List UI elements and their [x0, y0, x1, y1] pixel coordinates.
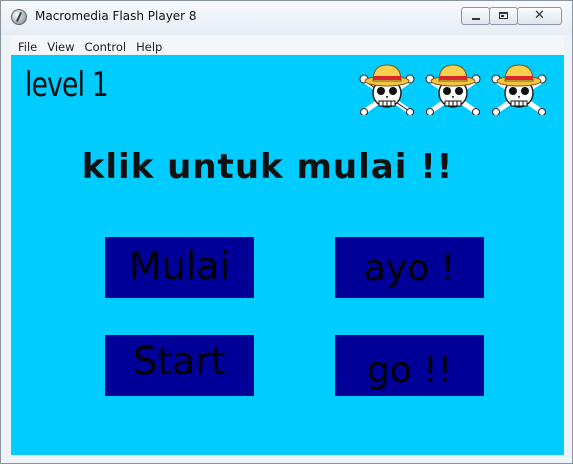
go-button[interactable]: go !! [335, 335, 484, 396]
close-button[interactable]: ✕ [517, 7, 562, 25]
mulai-button[interactable]: Mulai [105, 237, 254, 298]
flash-player-icon [11, 9, 27, 25]
title-bar[interactable]: Macromedia Flash Player 8 ✕ [1, 1, 572, 35]
start-prompt: klik untuk mulai !! [11, 147, 564, 187]
menu-bar: File View Control Help [11, 36, 564, 54]
start-button[interactable]: Start [105, 335, 254, 396]
minimize-icon [472, 18, 480, 20]
straw-hat-skull-icon [359, 64, 415, 115]
window-title: Macromedia Flash Player 8 [35, 9, 197, 23]
flash-stage[interactable]: level 1 klik untuk mulai !! Mulai ayo ! … [11, 55, 564, 455]
straw-hat-skull-icon [491, 64, 547, 115]
straw-hat-skull-icon [425, 64, 481, 115]
menu-view[interactable]: View [43, 38, 78, 56]
menu-help[interactable]: Help [132, 38, 166, 56]
minimize-button[interactable] [461, 7, 490, 25]
menu-control[interactable]: Control [81, 38, 131, 56]
level-label: level 1 [25, 65, 109, 105]
flash-player-window: Macromedia Flash Player 8 ✕ File View Cont… [0, 0, 573, 464]
close-icon: ✕ [534, 8, 545, 23]
maximize-button[interactable] [489, 7, 518, 25]
start-prompt-text: klik untuk mulai !! [81, 147, 454, 187]
ayo-button[interactable]: ayo ! [335, 237, 484, 298]
menu-file[interactable]: File [11, 38, 41, 56]
lives-display [359, 59, 559, 115]
maximize-icon [499, 12, 508, 19]
